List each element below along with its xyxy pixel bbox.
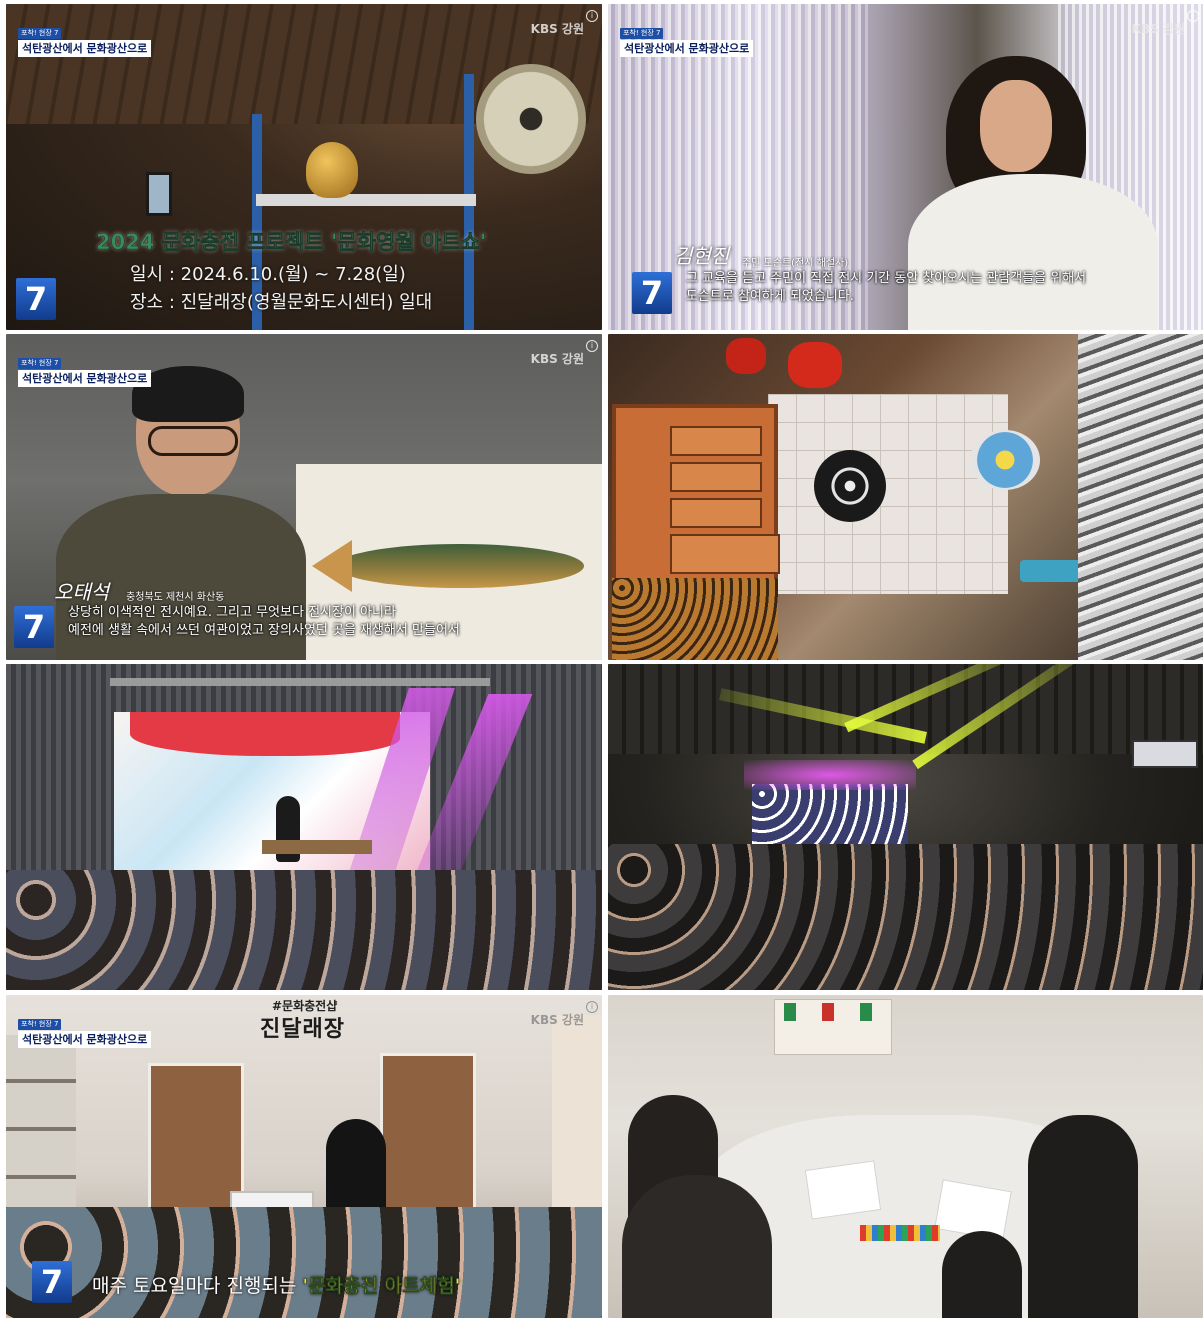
event-title: 2024 문화충전 프로젝트 '문화영월 아트쇼' [96,230,487,255]
event-place: 장소 : 진달래장(영월문화도시센터) 일대 [130,292,433,313]
leopard-table [612,578,778,660]
hall-roof [608,664,1203,754]
badge-main: 석탄광산에서 문화광산으로 [18,370,152,387]
poster-red-mark [822,1003,834,1021]
black-lace-disc [814,450,886,522]
info-icon: i [586,1001,598,1013]
crowd [608,844,1203,990]
participants [6,1207,602,1318]
fish-painting-tail [312,540,352,592]
speaker-signature: 김현진 [674,244,730,268]
shelf-board [256,194,476,206]
speaker-meta: 충청북도 제천시 화산동 [126,592,225,603]
info-icon: i [586,340,598,352]
wall-window [146,172,172,216]
program-badge: 포착! 현장 7 석탄광산에서 문화광산으로 [18,1011,152,1048]
frame-craft-table [608,995,1203,1318]
program-badge: 포착! 현장 7 석탄광산에서 문화광산으로 [18,350,152,387]
wall-sign: 진달래장 [260,1017,345,1042]
frame-exhibition-room [608,334,1203,660]
badge-main: 석탄광산에서 문화광산으로 [18,1031,152,1048]
news-frame-grid: 포착! 현장 7 석탄광산에서 문화광산으로 KBS 강원 i 2024 문화충… [0,0,1203,1318]
woman-right [1028,1115,1138,1318]
caption-line-1: 상당히 이색적인 전시예요. 그리고 무엇보다 전시장이 아니라 [68,605,396,620]
info-icon: i [586,10,598,22]
red-paint-splash [130,712,400,756]
red-coral-sculpture [788,342,842,388]
badge-small: 포착! 현장 7 [18,28,62,39]
silver-foil-sculpture [1078,334,1203,660]
keyboard-instrument [262,840,372,854]
drawer [670,498,762,528]
caption-highlight: '문화충전 아트체험' [302,1275,461,1298]
caption-normal: 매주 토요일마다 진행되는 [92,1275,303,1297]
caption-line-1: 그 교육을 듣고 주민이 직접 전시 기간 동안 찾아오시는 관람객들을 위해서 [686,271,1087,286]
frame-stage-performance [6,664,602,990]
red-coral-sculpture [726,338,766,374]
kbs-logo: KBS 강원 [1131,22,1185,36]
frame-concert-hall [608,664,1203,990]
badge-small: 포착! 현장 7 [18,1019,62,1030]
tiled-wall [768,394,1008,594]
frame-art-show-title: 포착! 현장 7 석탄광산에서 문화광산으로 KBS 강원 i 2024 문화충… [6,4,602,330]
info-icon: i [1187,10,1199,22]
kbs-logo: KBS 강원 [530,1013,584,1027]
speaker-signature: 오태석 [54,580,110,604]
drawer [670,534,780,574]
frame-docent-interview: 포착! 현장 7 석탄광산에서 문화광산으로 KBS 강원 i 김현진 주민 도… [608,4,1203,330]
poster-green-mark [784,1003,796,1021]
color-pencils [860,1225,940,1241]
window-strip [1132,740,1198,768]
kbs-logo: KBS 강원 [530,352,584,366]
badge-small: 포착! 현장 7 [18,358,62,369]
program-badge: 포착! 현장 7 석탄광산에서 문화광산으로 [18,20,152,57]
loudspeaker-horn [476,64,586,174]
channel-7-logo: 7 [632,272,672,314]
brown-door [380,1053,476,1223]
badge-main: 석탄광산에서 문화광산으로 [18,40,152,57]
paper-sheet [804,1160,882,1220]
channel-7-logo: 7 [16,278,56,320]
child-front [942,1231,1022,1318]
channel-7-logo: 7 [32,1261,72,1303]
truss-frame [110,678,490,686]
drawer [670,426,762,456]
drawer [670,462,762,492]
channel-7-logo: 7 [14,606,54,648]
speaker-meta: 주민 도슨트(전시 해설사) [742,258,849,269]
frame-art-workshop: 포착! 현장 7 석탄광산에서 문화광산으로 KBS 강원 i #문화충전샵 진… [6,995,602,1318]
program-badge: 포착! 현장 7 석탄광산에서 문화광산으로 [620,20,754,57]
frame-visitor-interview: 포착! 현장 7 석탄광산에서 문화광산으로 KBS 강원 i 오태석 충청북도… [6,334,602,660]
golden-buddha-head [306,142,358,198]
white-shirt [908,174,1158,330]
badge-small: 포착! 현장 7 [620,28,664,39]
event-date: 일시 : 2024.6.10.(월) ~ 7.28(일) [130,264,406,285]
woman-face [980,80,1052,172]
child-bottom [622,1175,772,1318]
audience [6,870,602,990]
fish-painting-body [336,544,584,588]
badge-main: 석탄광산에서 문화광산으로 [620,40,754,57]
caption-line-2: 도슨트로 참여하게 되었습니다. [686,289,854,304]
caption-line-2: 예전에 생활 속에서 쓰던 여관이었고 장의사였던 곳을 재생해서 만들어서 [68,623,460,638]
round-glasses [148,426,238,456]
kbs-logo: KBS 강원 [530,22,584,36]
magenta-stage-light [744,760,916,790]
caption-line: 매주 토요일마다 진행되는 '문화충전 아트체험' [92,1271,461,1298]
flower-sculpture [970,430,1040,490]
poster-green-mark [860,1003,872,1021]
wall-text-panel [552,1015,602,1215]
